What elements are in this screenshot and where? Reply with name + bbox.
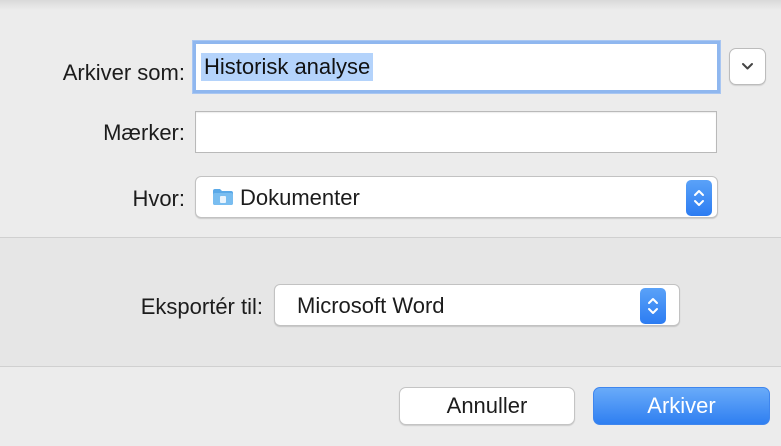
tags-input[interactable]	[195, 111, 717, 153]
export-stepper	[640, 288, 666, 324]
where-label: Hvor:	[132, 186, 185, 211]
expand-dialog-button[interactable]	[729, 48, 766, 85]
up-down-arrows-icon	[648, 298, 658, 314]
chevron-down-icon	[742, 63, 753, 70]
save-as-input[interactable]: Historisk analyse	[193, 41, 720, 93]
export-format-popup[interactable]: Microsoft Word	[274, 284, 680, 326]
where-popup[interactable]: Dokumenter	[195, 176, 718, 218]
up-down-arrows-icon	[694, 190, 704, 206]
save-button[interactable]: Arkiver	[593, 387, 770, 425]
cancel-button[interactable]: Annuller	[399, 387, 575, 425]
section-divider-bottom	[0, 366, 781, 367]
dialog-top-shadow	[0, 0, 781, 10]
save-as-value: Historisk analyse	[201, 53, 374, 81]
save-as-label: Arkiver som:	[62, 60, 185, 85]
export-label: Eksportér til:	[140, 294, 263, 319]
where-stepper	[686, 180, 712, 216]
where-value: Dokumenter	[240, 185, 360, 210]
export-format-value: Microsoft Word	[297, 293, 445, 318]
folder-icon	[213, 189, 233, 205]
tags-label: Mærker:	[103, 120, 185, 145]
